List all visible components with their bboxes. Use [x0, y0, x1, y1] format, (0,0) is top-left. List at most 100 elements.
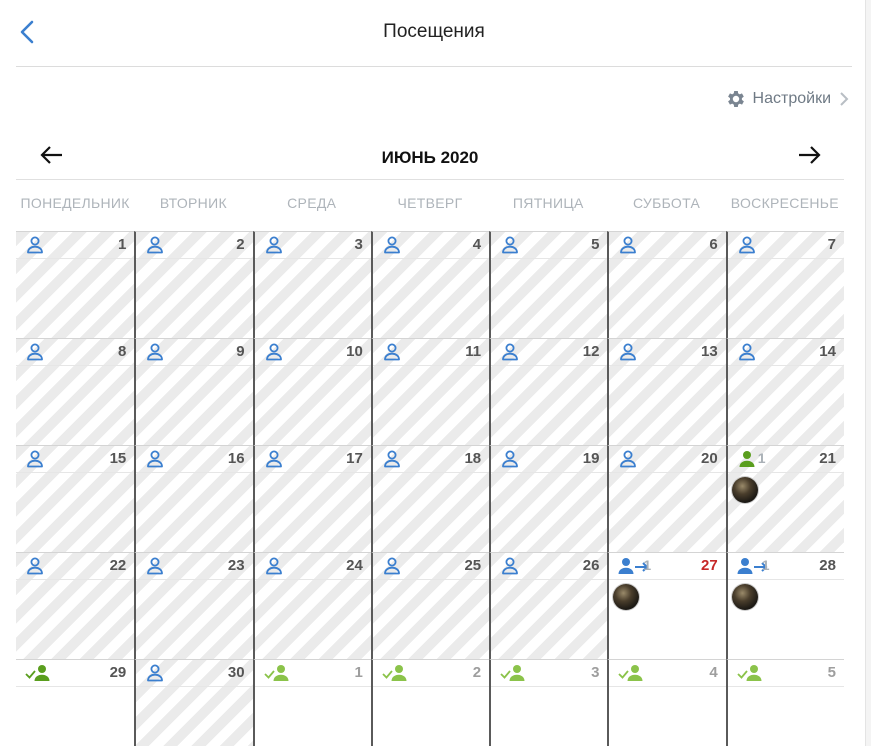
- day-number: 3: [591, 664, 600, 681]
- calendar-grid: 1 2 3 4 5 6 7 8 9 10 11 12 13 14 15 16 17 18 19 20 1 21 22 23 24…: [16, 231, 844, 746]
- day-header: 17: [254, 446, 371, 473]
- avatar[interactable]: [731, 477, 758, 503]
- calendar-day-cell[interactable]: 29: [16, 659, 135, 746]
- calendar-day-cell[interactable]: 26: [489, 552, 608, 659]
- user-outline-icon: [737, 343, 757, 366]
- day-header: 29: [16, 660, 135, 687]
- calendar-day-cell[interactable]: 17: [252, 445, 371, 552]
- day-number: 28: [819, 557, 836, 574]
- user-outline-icon: [500, 450, 520, 473]
- calendar-day-cell[interactable]: 19: [489, 445, 608, 552]
- user-outline-icon: [25, 343, 45, 366]
- calendar-day-cell[interactable]: 10: [252, 338, 371, 445]
- calendar-day-cell[interactable]: 1 21: [725, 445, 844, 552]
- user-outline-icon: [737, 236, 757, 259]
- day-header: 10: [254, 339, 371, 366]
- day-number: 3: [354, 236, 363, 253]
- day-number: 22: [109, 557, 127, 574]
- calendar-day-cell[interactable]: 2: [134, 231, 253, 338]
- day-number: 11: [465, 343, 482, 360]
- user-outline-icon: [145, 664, 165, 687]
- calendar-day-cell[interactable]: 4: [370, 231, 490, 338]
- day-number: 12: [582, 343, 600, 360]
- day-header: 23: [136, 553, 253, 580]
- calendar-day-cell[interactable]: 23: [134, 552, 253, 659]
- calendar-day-cell[interactable]: 11: [370, 338, 490, 445]
- calendar-day-cell[interactable]: 12: [489, 338, 608, 445]
- next-month-button[interactable]: [794, 143, 824, 167]
- calendar-day-cell[interactable]: 13: [607, 338, 726, 445]
- user-outline-icon: [25, 450, 45, 473]
- user-outline-icon: [264, 343, 284, 366]
- day-header: 11: [372, 339, 490, 366]
- avatar[interactable]: [731, 584, 758, 610]
- calendar-day-cell[interactable]: 30: [134, 659, 253, 746]
- month-navigation: ИЮНЬ 2020: [16, 137, 844, 180]
- user-check-icon: [500, 664, 528, 687]
- day-number: 6: [709, 236, 718, 253]
- settings-label: Настройки: [752, 90, 831, 107]
- day-header: 14: [727, 339, 844, 366]
- calendar-day-cell[interactable]: 3: [252, 231, 371, 338]
- calendar-day-cell[interactable]: 15: [16, 445, 135, 552]
- calendar-day-cell[interactable]: 18: [370, 445, 490, 552]
- user-outline-icon: [264, 557, 284, 580]
- day-header: 18: [372, 446, 490, 473]
- weekday-label: ПОНЕДЕЛЬНИК: [20, 195, 130, 211]
- weekday-label: ВТОРНИК: [159, 195, 227, 211]
- day-number: 17: [346, 450, 363, 467]
- calendar-day-cell[interactable]: 8: [16, 338, 135, 445]
- user-outline-icon: [382, 557, 402, 580]
- settings-link[interactable]: Настройки: [725, 86, 849, 112]
- user-outline-icon: [382, 236, 402, 259]
- calendar-day-cell[interactable]: 4: [607, 659, 726, 746]
- user-outline-icon: [618, 236, 638, 259]
- calendar-day-cell[interactable]: 2: [370, 659, 490, 746]
- day-header: 25: [372, 553, 490, 580]
- day-header: 3: [491, 660, 608, 687]
- day-header: 26: [491, 553, 608, 580]
- calendar-day-cell[interactable]: 25: [370, 552, 490, 659]
- calendar-day-cell[interactable]: 9: [134, 338, 253, 445]
- calendar-day-cell[interactable]: 1: [16, 231, 135, 338]
- calendar-day-cell[interactable]: 1 28: [725, 552, 844, 659]
- day-number: 2: [236, 236, 245, 253]
- day-header: 13: [609, 339, 726, 366]
- day-header: 1: [16, 232, 135, 259]
- calendar-day-cell[interactable]: 14: [725, 338, 844, 445]
- day-number: 20: [701, 450, 718, 467]
- user-outline-icon: [264, 236, 284, 259]
- calendar-day-cell[interactable]: 3: [489, 659, 608, 746]
- weekday-label: ПЯТНИЦА: [512, 195, 584, 211]
- user-outline-icon: [618, 343, 638, 366]
- day-header: 22: [16, 553, 135, 580]
- calendar-day-cell[interactable]: 1 27: [607, 552, 726, 659]
- calendar-day-cell[interactable]: 20: [607, 445, 726, 552]
- day-header: 9: [136, 339, 253, 366]
- day-number: 4: [709, 664, 718, 681]
- calendar-day-cell[interactable]: 22: [16, 552, 135, 659]
- day-number: 21: [819, 450, 836, 467]
- calendar-day-cell[interactable]: 24: [252, 552, 371, 659]
- avatar[interactable]: [613, 584, 640, 610]
- weekday-label: ЧЕТВЕРГ: [397, 195, 463, 211]
- calendar-day-cell[interactable]: 1: [252, 659, 371, 746]
- calendar-day-cell[interactable]: 5: [489, 231, 608, 338]
- day-header: 30: [136, 660, 253, 687]
- calendar-day-cell[interactable]: 6: [607, 231, 726, 338]
- user-outline-icon: [382, 343, 402, 366]
- user-outline-icon: [500, 236, 520, 259]
- calendar-day-cell[interactable]: 16: [134, 445, 253, 552]
- day-number: 14: [819, 343, 836, 360]
- day-number: 19: [582, 450, 600, 467]
- day-number: 9: [236, 343, 245, 360]
- day-header: 1: [254, 660, 371, 687]
- day-header: 4: [372, 232, 490, 259]
- calendar-day-cell[interactable]: 5: [725, 659, 844, 746]
- day-header: 1 27: [609, 553, 726, 580]
- user-check-icon: [25, 664, 53, 687]
- day-number: 24: [346, 557, 363, 574]
- day-header: 4: [609, 660, 726, 687]
- calendar-day-cell[interactable]: 7: [725, 231, 844, 338]
- user-check-icon: [737, 664, 765, 687]
